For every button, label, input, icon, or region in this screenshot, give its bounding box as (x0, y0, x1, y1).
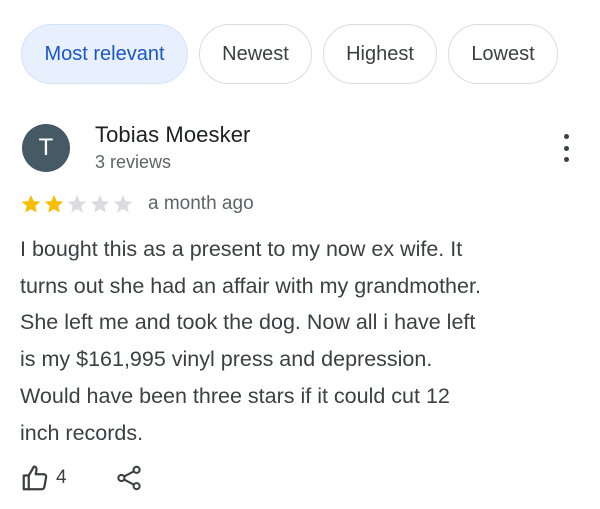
thumbs-up-icon (22, 465, 48, 491)
star-empty-icon (113, 195, 133, 213)
more-dot (563, 157, 569, 162)
rating-row: a month ago (20, 193, 254, 215)
reviews-panel: Most relevant Newest Highest Lowest T To… (0, 0, 600, 509)
more-dot (563, 134, 569, 139)
chip-most-relevant[interactable]: Most relevant (21, 24, 188, 84)
star-rating (20, 193, 134, 215)
chip-lowest[interactable]: Lowest (448, 24, 558, 84)
star-filled-icon (44, 195, 64, 213)
reviewer-review-count: 3 reviews (95, 152, 172, 172)
review-text: I bought this as a present to my now ex … (20, 237, 481, 445)
like-count: 4 (56, 467, 67, 488)
more-dot (563, 145, 569, 151)
share-icon (116, 465, 141, 491)
review-actions: 4 (20, 463, 143, 493)
star-empty-icon (90, 195, 110, 213)
avatar[interactable]: T (22, 124, 70, 172)
share-button[interactable] (115, 464, 143, 492)
sort-filter-chips: Most relevant Newest Highest Lowest (21, 24, 558, 84)
review-date: a month ago (148, 193, 254, 214)
chip-newest[interactable]: Newest (199, 24, 312, 84)
like-button[interactable]: 4 (20, 463, 67, 493)
reviewer-name[interactable]: Tobias Moesker (95, 122, 250, 148)
chip-highest[interactable]: Highest (323, 24, 437, 84)
star-empty-icon (67, 195, 87, 213)
star-filled-icon (21, 195, 41, 213)
more-vert-icon[interactable] (556, 130, 576, 166)
